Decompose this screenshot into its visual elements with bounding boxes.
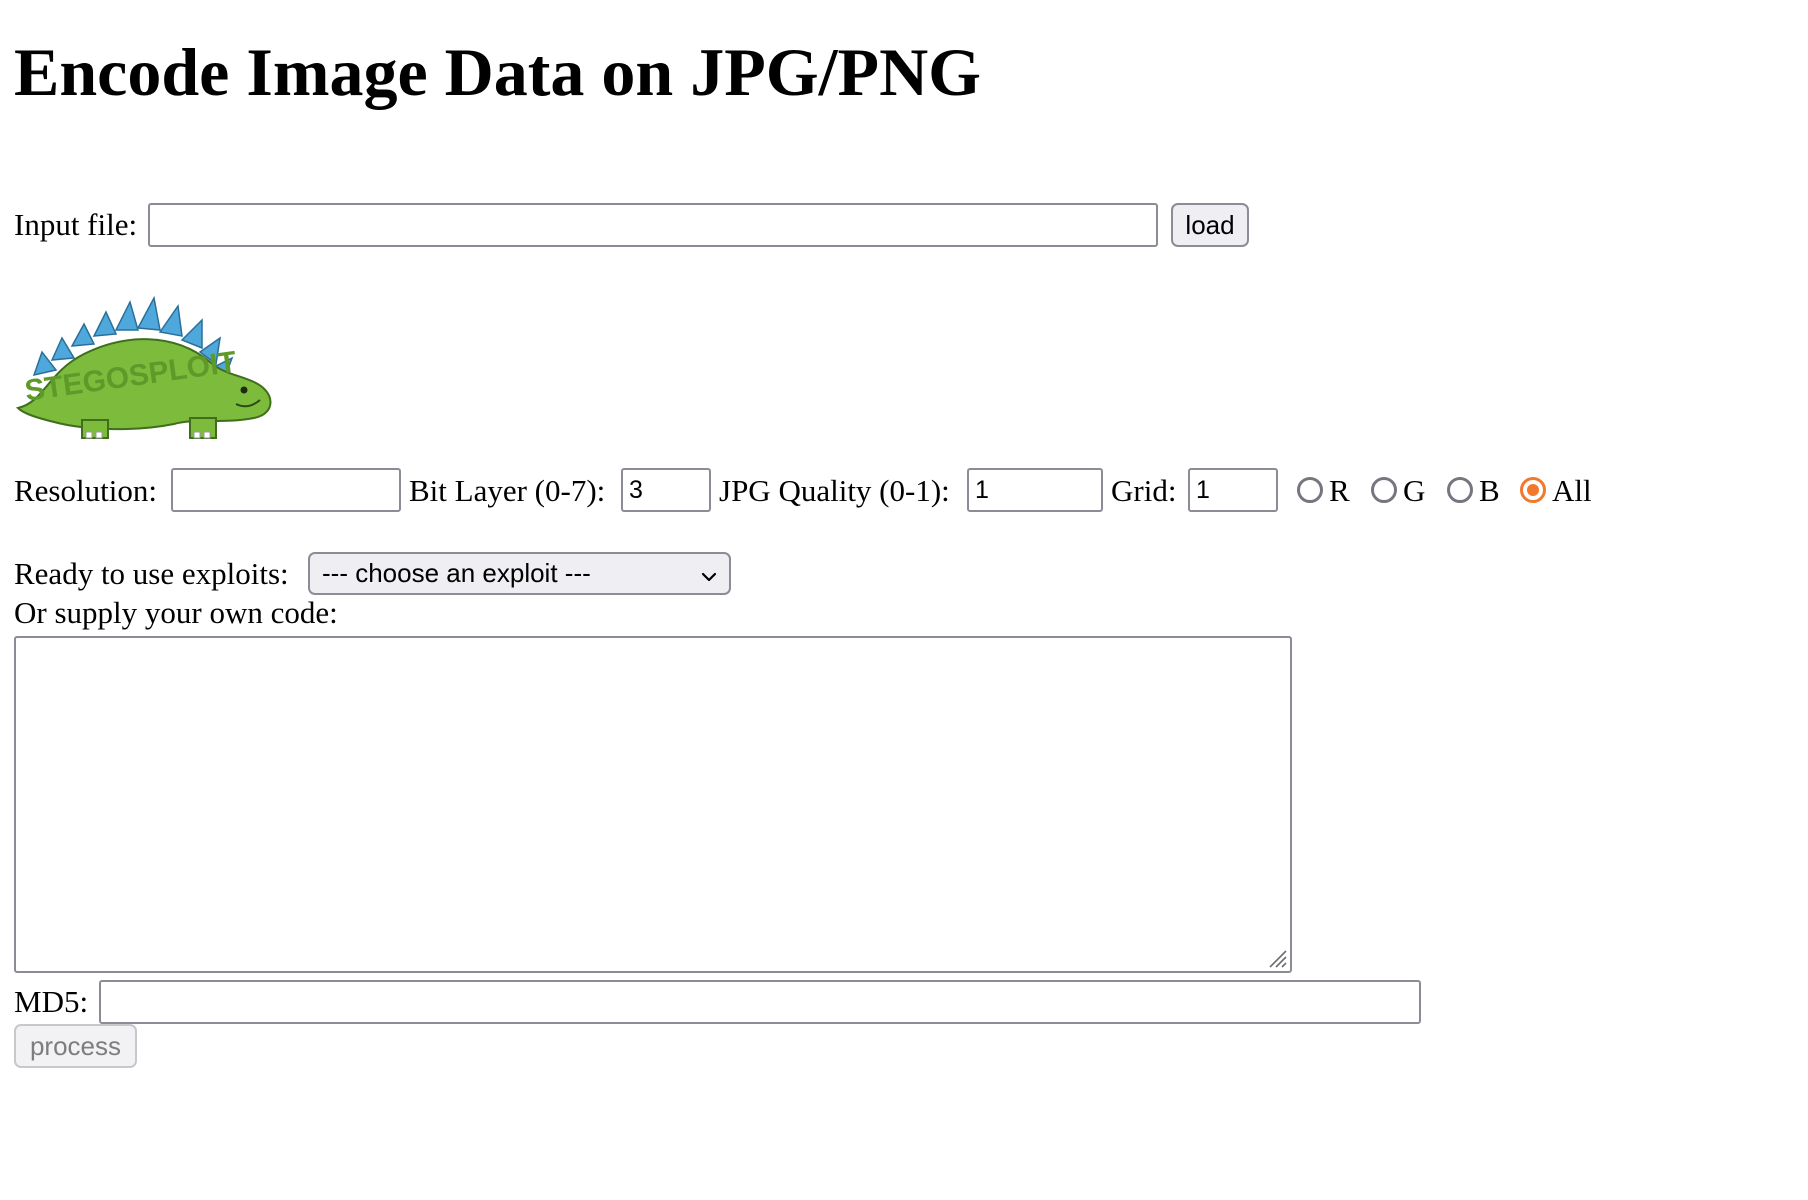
page-title: Encode Image Data on JPG/PNG [14,34,982,110]
grid-input[interactable] [1188,468,1278,512]
radio-all-label: All [1552,473,1592,508]
md5-label: MD5: [14,984,89,1019]
md5-input[interactable] [99,980,1421,1024]
input-file-label: Input file: [14,207,138,242]
jpg-quality-label: JPG Quality (0-1): [719,473,950,508]
radio-all-dot [1527,484,1539,496]
code-textarea[interactable] [14,636,1292,973]
chevron-down-icon [701,558,717,589]
process-button[interactable]: process [14,1024,137,1068]
resolution-label: Resolution: [14,473,157,508]
radio-g-label: G [1403,473,1426,508]
input-file-field[interactable] [148,203,1158,247]
grid-label: Grid: [1111,473,1177,508]
bit-layer-label: Bit Layer (0-7): [409,473,606,508]
exploit-select-value: --- choose an exploit --- [322,558,591,588]
radio-b[interactable] [1447,477,1473,503]
exploit-select[interactable]: --- choose an exploit --- [308,552,731,595]
stegosploit-logo: STEGOSPLOIT [14,290,272,446]
jpg-quality-input[interactable] [967,468,1103,512]
resize-grip-icon[interactable] [1264,945,1288,969]
load-button[interactable]: load [1171,203,1249,247]
radio-r-label: R [1329,473,1350,508]
code-area-wrapper [14,636,1292,973]
own-code-label: Or supply your own code: [14,595,338,630]
resolution-input[interactable] [171,468,401,512]
exploits-label: Ready to use exploits: [14,556,289,591]
radio-g[interactable] [1371,477,1397,503]
radio-all[interactable] [1520,477,1546,503]
stegosaurus-icon: STEGOSPLOIT [16,295,272,439]
radio-r[interactable] [1297,477,1323,503]
bit-layer-input[interactable] [621,468,711,512]
radio-b-label: B [1479,473,1500,508]
